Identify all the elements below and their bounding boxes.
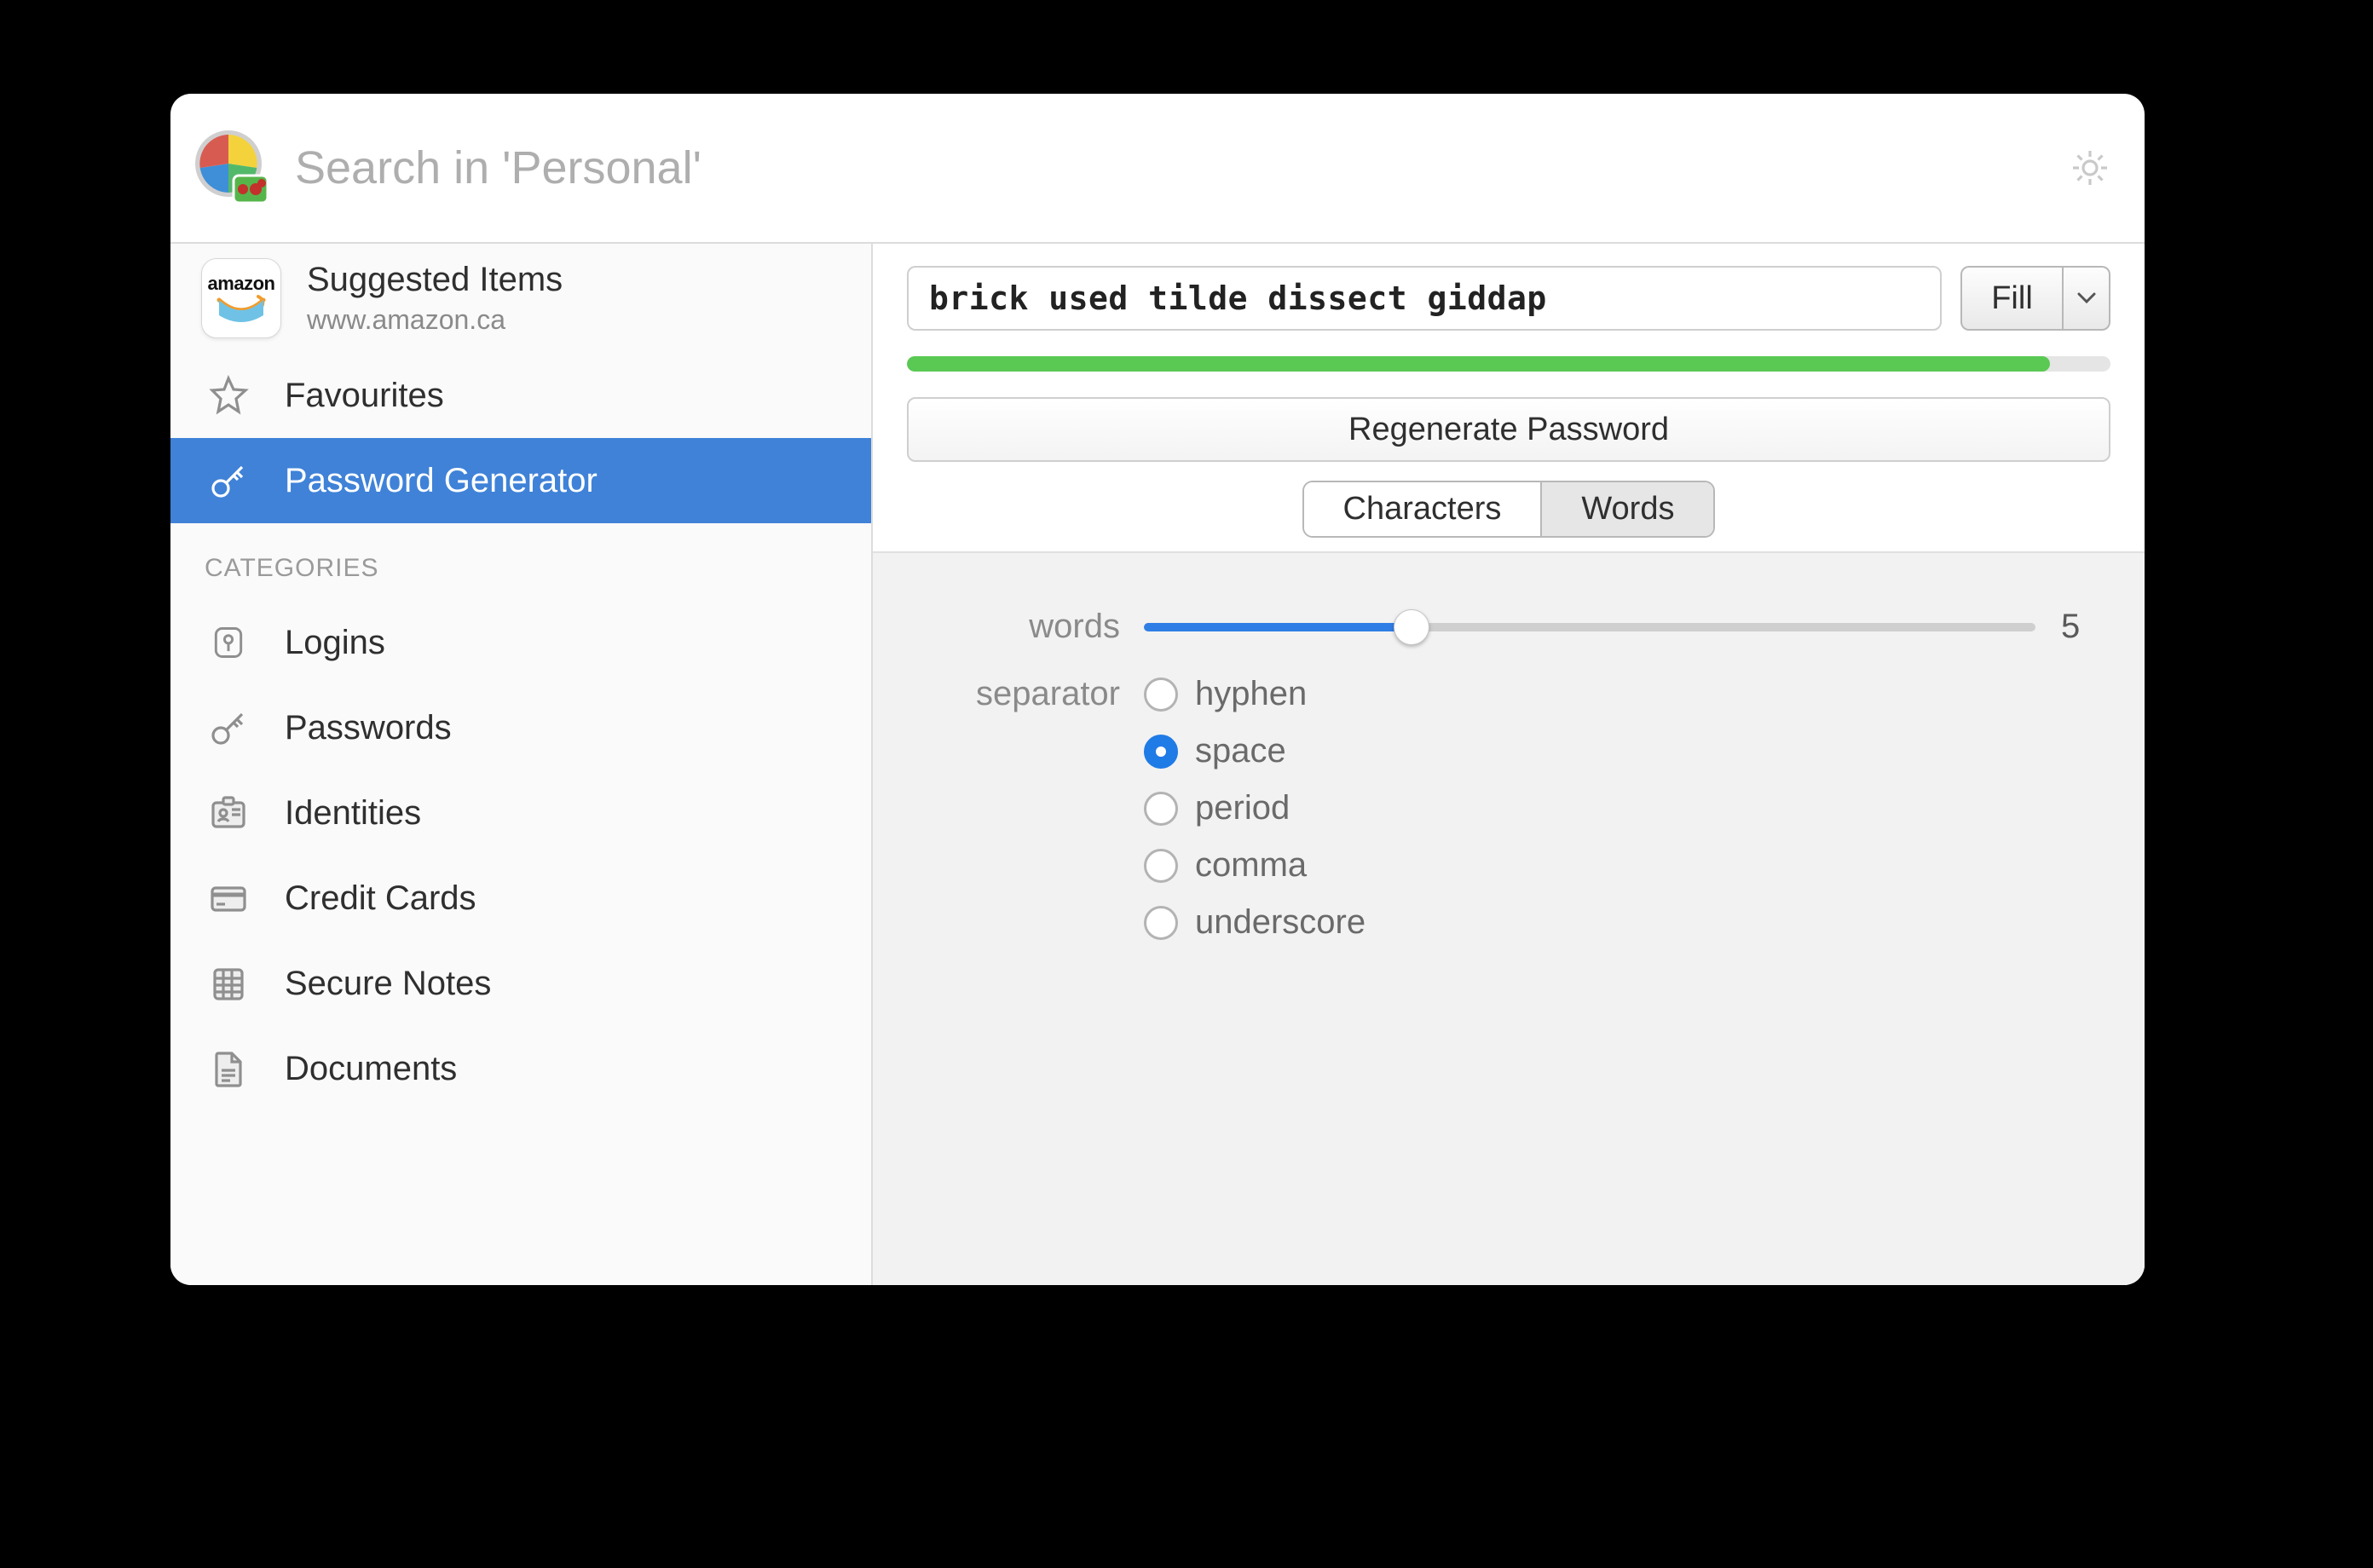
words-slider[interactable] [1144,610,2035,644]
sidebar-item-label: Credit Cards [285,879,476,918]
sidebar-category-identities[interactable]: Identities [170,770,871,856]
chevron-down-icon [2077,292,2096,304]
keyhole-icon [201,615,256,670]
separator-option-comma[interactable]: comma [1144,846,1365,885]
key-icon [201,453,256,508]
sidebar-category-secure-notes[interactable]: Secure Notes [170,941,871,1026]
star-icon [201,368,256,423]
sidebar-item-label: Identities [285,794,421,833]
categories-header: CATEGORIES [170,523,871,600]
radio-icon [1144,906,1178,940]
tab-words[interactable]: Words [1540,482,1713,536]
sidebar: amazon Suggested Items www.amazon.ca [170,244,873,1285]
sidebar-item-password-generator[interactable]: Password Generator [170,438,871,523]
radio-icon [1144,735,1178,769]
sidebar-item-label: Logins [285,624,385,662]
radio-label: underscore [1195,903,1365,942]
notes-icon [201,956,256,1011]
radio-icon [1144,849,1178,883]
strength-meter [907,356,2110,372]
sidebar-category-passwords[interactable]: Passwords [170,685,871,770]
sidebar-item-label: Documents [285,1050,457,1088]
suggested-subtitle: www.amazon.ca [307,304,563,336]
radio-icon [1144,792,1178,826]
strength-fill [907,356,2050,372]
app-logo-icon [194,130,271,206]
credit-card-icon [201,871,256,925]
body: amazon Suggested Items www.amazon.ca [170,244,2145,1285]
amazon-thumb-word: amazon [208,273,275,295]
gear-icon[interactable] [2070,147,2110,188]
separator-options: hyphen space period comma underscore [1144,672,1365,942]
search-input[interactable] [295,141,2046,194]
words-label: words [914,608,1144,646]
radio-icon [1144,677,1178,712]
radio-label: space [1195,732,1286,770]
sidebar-category-credit-cards[interactable]: Credit Cards [170,856,871,941]
document-icon [201,1041,256,1096]
tab-characters[interactable]: Characters [1304,482,1541,536]
separator-option-space[interactable]: space [1144,732,1365,770]
sidebar-suggested-item[interactable]: amazon Suggested Items www.amazon.ca [170,244,871,353]
suggested-title: Suggested Items [307,261,563,299]
separator-option-period[interactable]: period [1144,789,1365,827]
generator-panel: brick used tilde dissect giddap Fill Reg… [873,244,2145,1285]
generator-mode-tabs: Characters Words [1302,481,1716,538]
generated-password[interactable]: brick used tilde dissect giddap [907,266,1942,331]
sidebar-category-logins[interactable]: Logins [170,600,871,685]
slider-knob[interactable] [1394,609,1429,645]
words-value: 5 [2061,608,2104,646]
sidebar-item-favourites[interactable]: Favourites [170,353,871,438]
amazon-thumb-icon: amazon [201,258,281,338]
sidebar-item-label: Secure Notes [285,965,491,1003]
radio-label: period [1195,789,1290,827]
sidebar-category-documents[interactable]: Documents [170,1026,871,1111]
sidebar-item-label: Favourites [285,377,444,415]
fill-button[interactable]: Fill [1960,266,2063,331]
app-window: amazon Suggested Items www.amazon.ca [170,94,2145,1285]
id-card-icon [201,786,256,840]
radio-label: hyphen [1195,675,1307,713]
sidebar-item-label: Password Generator [285,462,598,500]
sidebar-item-label: Passwords [285,709,452,747]
key-icon [201,700,256,755]
toolbar [170,94,2145,244]
fill-dropdown-button[interactable] [2063,266,2110,331]
separator-option-underscore[interactable]: underscore [1144,903,1365,942]
separator-option-hyphen[interactable]: hyphen [1144,675,1365,713]
radio-label: comma [1195,846,1307,885]
regenerate-button[interactable]: Regenerate Password [907,397,2110,462]
separator-label: separator [914,672,1144,713]
